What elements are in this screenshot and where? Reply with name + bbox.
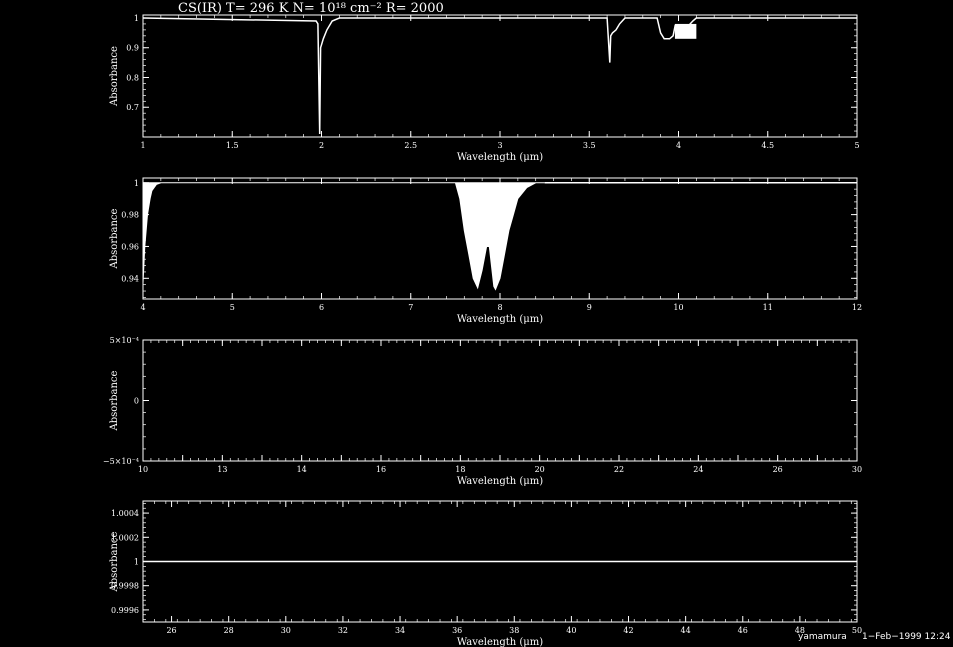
y-tick-label: 0.9996	[111, 606, 139, 615]
y-tick-label: 5×10⁻⁴	[110, 336, 139, 345]
spectra-figure: 1 1.5 2 2.5 3 3.5 4 4.5 5 0.7 0.8 0.9 1 Wavelength (μ…	[0, 0, 953, 647]
x-tick-label: 13	[217, 465, 227, 474]
x-tick-label: 5	[230, 303, 235, 312]
x-axis-label: Wavelength (μm)	[457, 476, 543, 487]
x-tick-label: 11	[763, 303, 773, 312]
x-tick-label: 22	[614, 465, 624, 474]
y-tick-label: 0.98	[121, 211, 139, 220]
x-tick-label: 2.5	[404, 141, 417, 150]
x-tick-label: 30	[852, 465, 862, 474]
x-tick-label: 14	[297, 465, 307, 474]
x-tick-label: 24	[693, 465, 703, 474]
series-band-1	[674, 23, 697, 39]
x-tick-label: 10	[673, 303, 683, 312]
x-tick-label: 10	[138, 465, 148, 474]
x-tick-label: 44	[681, 626, 691, 635]
x-tick-label: 4.5	[761, 141, 774, 150]
footer-date: 1−Feb−1999 12:24	[862, 632, 951, 642]
y-tick-label: 0	[134, 397, 139, 406]
x-tick-label: 32	[338, 626, 348, 635]
x-tick-label: 38	[509, 626, 519, 635]
y-tick-label: 0.7	[126, 103, 139, 112]
x-tick-label: 50	[852, 626, 862, 635]
y-tick-label: −5×10⁻⁴	[103, 457, 139, 466]
x-tick-label: 20	[535, 465, 545, 474]
x-tick-label: 1.5	[226, 141, 239, 150]
x-tick-label: 36	[452, 626, 462, 635]
footer-author: yamamura	[798, 632, 847, 642]
y-tick-label: 1.0004	[111, 509, 139, 518]
y-axis-label: Absorbance	[109, 370, 120, 431]
x-tick-label: 3.5	[583, 141, 596, 150]
x-axis-label: Wavelength (μm)	[457, 314, 543, 325]
x-tick-label: 28	[224, 626, 234, 635]
chart-title: CS(IR) T= 296 K N= 10¹⁸ cm⁻² R= 2000	[178, 1, 444, 16]
x-tick-label: 6	[319, 303, 324, 312]
x-tick-label: 40	[566, 626, 576, 635]
x-tick-label: 9	[587, 303, 592, 312]
x-tick-label: 34	[395, 626, 405, 635]
x-tick-label: 3	[497, 141, 502, 150]
y-tick-label: 0.94	[121, 274, 139, 283]
y-tick-label: 1	[134, 14, 139, 23]
x-tick-label: 5	[854, 141, 859, 150]
x-tick-label: 30	[281, 626, 291, 635]
x-tick-label: 26	[166, 626, 176, 635]
x-tick-label: 46	[738, 626, 748, 635]
x-tick-label: 1	[140, 141, 145, 150]
x-tick-label: 16	[376, 465, 386, 474]
x-tick-label: 42	[623, 626, 633, 635]
x-tick-label: 4	[676, 141, 681, 150]
x-tick-label: 8	[497, 303, 502, 312]
x-tick-label: 7	[408, 303, 413, 312]
x-tick-label: 26	[773, 465, 783, 474]
y-tick-label: 0.9	[126, 44, 139, 53]
x-tick-label: 4	[140, 303, 145, 312]
y-tick-label: 0.96	[121, 242, 139, 251]
y-axis-label: Absorbance	[109, 208, 120, 269]
x-axis-label: Wavelength (μm)	[457, 152, 543, 163]
x-axis-label: Wavelength (μm)	[457, 637, 543, 647]
x-tick-label: 2	[319, 141, 324, 150]
y-axis-label: Absorbance	[109, 46, 120, 107]
y-axis-label: Absorbance	[109, 531, 120, 592]
x-tick-label: 12	[852, 303, 862, 312]
x-tick-label: 18	[455, 465, 465, 474]
y-tick-label: 1	[134, 179, 139, 188]
y-tick-label: 1	[134, 558, 139, 567]
y-tick-label: 0.8	[126, 73, 139, 82]
